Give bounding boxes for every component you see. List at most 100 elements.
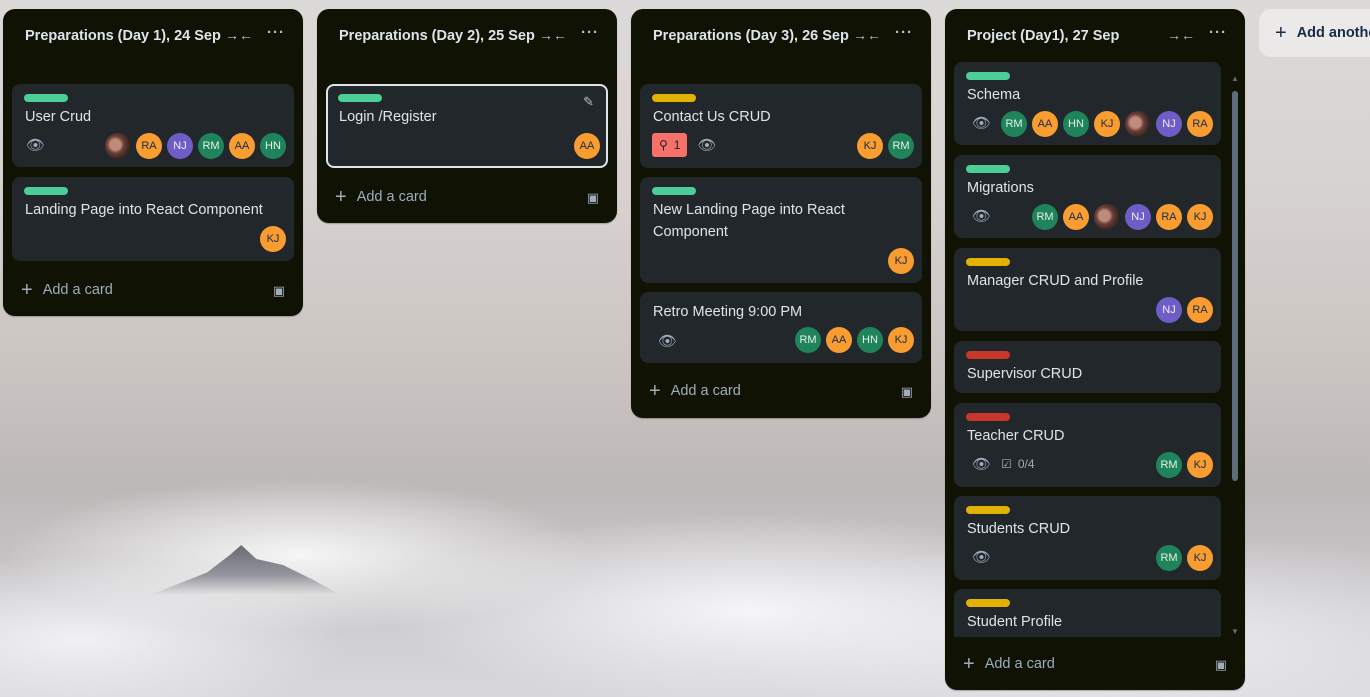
checklist-icon: ☑ (1001, 457, 1012, 471)
card-students-crud[interactable]: Students CRUD 👁 RM KJ (954, 496, 1221, 580)
avatar[interactable]: RA (136, 133, 162, 159)
label-green[interactable] (24, 187, 68, 195)
avatar[interactable]: KJ (260, 226, 286, 252)
avatar[interactable]: RM (1156, 452, 1182, 478)
add-card-button[interactable]: + Add a card (335, 187, 427, 207)
card-new-landing[interactable]: New Landing Page into React Component KJ (640, 177, 922, 283)
card-manager-crud[interactable]: Manager CRUD and Profile NJ RA (954, 248, 1221, 331)
card-migrations[interactable]: Migrations 👁 RM AA NJ RA KJ (954, 155, 1221, 238)
card-schema[interactable]: Schema 👁 RM AA HN KJ NJ RA (954, 62, 1221, 145)
card-retro-meeting[interactable]: Retro Meeting 9:00 PM 👁 RM AA HN KJ (640, 292, 922, 363)
collapse-icon[interactable]: →← (225, 27, 253, 43)
more-options-icon[interactable]: ··· (895, 24, 913, 41)
list-title[interactable]: Preparations (Day 1), 24 Sep (25, 25, 233, 48)
label-yellow[interactable] (652, 94, 696, 102)
avatar[interactable]: AA (229, 133, 255, 159)
label-red[interactable] (966, 413, 1010, 421)
avatar[interactable]: KJ (1187, 452, 1213, 478)
avatar[interactable]: NJ (167, 133, 193, 159)
card-login-register[interactable]: ✎ Login /Register AA (326, 84, 608, 168)
watch-eye-icon: 👁 (972, 549, 992, 566)
card-supervisor-crud[interactable]: Supervisor CRUD (954, 341, 1221, 393)
avatar[interactable]: AA (826, 327, 852, 353)
card-teacher-crud[interactable]: Teacher CRUD 👁 ☑ 0/4 RM KJ (954, 403, 1221, 487)
avatar[interactable]: KJ (857, 133, 883, 159)
label-yellow[interactable] (966, 506, 1010, 514)
avatar[interactable]: NJ (1156, 297, 1182, 323)
avatar[interactable]: KJ (888, 248, 914, 274)
label-green[interactable] (338, 94, 382, 102)
label-red[interactable] (966, 351, 1010, 359)
avatar[interactable]: NJ (1125, 204, 1151, 230)
list-title[interactable]: Preparations (Day 3), 26 Sep (653, 25, 861, 48)
add-card-button[interactable]: + Add a card (21, 280, 113, 300)
plus-icon: + (649, 380, 661, 402)
label-green[interactable] (652, 187, 696, 195)
avatar[interactable]: KJ (1187, 545, 1213, 571)
avatar[interactable]: KJ (1094, 111, 1120, 137)
avatar[interactable]: RM (888, 133, 914, 159)
add-card-label: Add a card (984, 656, 1055, 672)
card-template-icon[interactable]: ▣ (901, 384, 913, 400)
card-template-icon[interactable]: ▣ (587, 190, 599, 206)
add-card-button[interactable]: + Add a card (649, 380, 741, 402)
more-options-icon[interactable]: ··· (1209, 24, 1227, 41)
scroll-thumb[interactable] (1232, 91, 1238, 481)
avatar[interactable]: AA (1063, 204, 1089, 230)
avatar-photo[interactable] (1125, 111, 1151, 137)
label-green[interactable] (24, 94, 68, 102)
list-title[interactable]: Project (Day1), 27 Sep (967, 25, 1175, 48)
collapse-icon[interactable]: →← (1167, 27, 1195, 43)
card-badges: ⚲ 1 👁 (652, 133, 717, 157)
avatar[interactable]: HN (1063, 111, 1089, 137)
label-yellow[interactable] (966, 599, 1010, 607)
avatar[interactable]: NJ (1156, 111, 1182, 137)
list-scrollbar[interactable]: ▲ ▼ (1231, 71, 1239, 641)
scroll-up-icon[interactable]: ▲ (1231, 74, 1239, 83)
card-template-icon[interactable]: ▣ (273, 283, 285, 299)
avatar[interactable]: KJ (888, 327, 914, 353)
card-template-icon[interactable]: ▣ (1215, 657, 1227, 673)
avatar[interactable]: RM (1156, 545, 1182, 571)
card-student-profile[interactable]: Student Profile (954, 589, 1221, 637)
card-title: Schema (967, 87, 1021, 103)
avatar[interactable]: RA (1187, 111, 1213, 137)
avatar[interactable]: RA (1187, 297, 1213, 323)
add-another-list-button[interactable]: + Add another list (1259, 9, 1370, 57)
card-title: Teacher CRUD (967, 428, 1065, 444)
avatar[interactable]: KJ (1187, 204, 1213, 230)
pin-icon: ⚲ (659, 138, 668, 152)
card-contact-us[interactable]: Contact Us CRUD ⚲ 1 👁 KJ RM (640, 84, 922, 168)
avatar[interactable]: RM (1001, 111, 1027, 137)
avatar[interactable]: RM (795, 327, 821, 353)
card-landing-page[interactable]: Landing Page into React Component KJ (12, 177, 294, 261)
edit-pencil-icon[interactable]: ✎ (583, 94, 594, 110)
label-green[interactable] (966, 165, 1010, 173)
card-title: Student Profile (967, 614, 1063, 630)
avatar-photo[interactable] (105, 133, 131, 159)
scroll-down-icon[interactable]: ▼ (1231, 627, 1239, 636)
card-scroll-area[interactable]: Schema 👁 RM AA HN KJ NJ RA Migrations 👁 … (945, 59, 1245, 637)
card-badges: 👁 (972, 207, 991, 225)
avatar[interactable]: HN (857, 327, 883, 353)
avatar[interactable]: RA (1156, 204, 1182, 230)
avatar[interactable]: RM (1032, 204, 1058, 230)
add-card-button[interactable]: + Add a card (963, 654, 1055, 674)
collapse-icon[interactable]: →← (853, 27, 881, 43)
avatar-photo[interactable] (1094, 204, 1120, 230)
avatar[interactable]: AA (1032, 111, 1058, 137)
due-badge[interactable]: ⚲ 1 (652, 133, 688, 157)
watch-eye-icon: 👁 (972, 456, 992, 473)
label-green[interactable] (966, 72, 1010, 80)
collapse-icon[interactable]: →← (539, 27, 567, 43)
label-yellow[interactable] (966, 258, 1010, 266)
more-options-icon[interactable]: ··· (267, 24, 285, 41)
avatar[interactable]: HN (260, 133, 286, 159)
avatar[interactable]: AA (574, 133, 600, 159)
card-user-crud[interactable]: User Crud 👁 RA NJ RM AA HN (12, 84, 294, 167)
card-badges: 👁 (972, 114, 991, 132)
card-title: New Landing Page into React Component (653, 202, 845, 240)
list-title[interactable]: Preparations (Day 2), 25 Sep (339, 25, 547, 48)
avatar[interactable]: RM (198, 133, 224, 159)
more-options-icon[interactable]: ··· (581, 24, 599, 41)
